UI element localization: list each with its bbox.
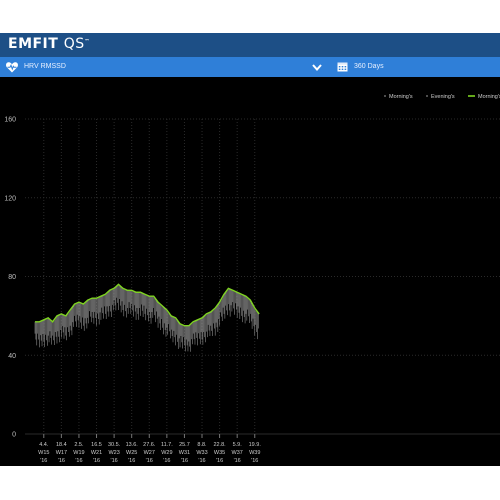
x-tick-label: '16 bbox=[163, 458, 170, 464]
x-tick-label: W15 bbox=[38, 450, 49, 456]
chart-area: 0 40 80 120 160 4.4. W15 '16 18.4 W17 '16 2.5. W19 '… bbox=[0, 77, 500, 466]
x-tick-label: 13.6. bbox=[126, 442, 139, 448]
range-label: 360 Days bbox=[354, 63, 384, 70]
x-tick-label: '16 bbox=[181, 458, 188, 464]
x-tick-label: '16 bbox=[128, 458, 135, 464]
x-tick-label: '16 bbox=[198, 458, 205, 464]
top-margin bbox=[0, 0, 500, 33]
x-tick-label: 4.4. bbox=[39, 442, 49, 448]
x-tick-label: 30.5. bbox=[108, 442, 121, 448]
logo[interactable]: EMFIT QS™ bbox=[8, 36, 90, 52]
x-tick-label: 25.7 bbox=[179, 442, 190, 448]
x-tick-label: 11.7. bbox=[161, 442, 173, 448]
y-tick-label: 40 bbox=[8, 353, 16, 360]
x-tick-label: W39 bbox=[249, 450, 260, 456]
x-tick-label: W19 bbox=[73, 450, 84, 456]
y-tick-label: 120 bbox=[4, 195, 16, 202]
x-tick-label: W29 bbox=[161, 450, 172, 456]
x-tick-label: 22.8. bbox=[213, 442, 226, 448]
x-tick-label: '16 bbox=[251, 458, 258, 464]
bottom-margin bbox=[0, 466, 500, 500]
x-tick-label: '16 bbox=[75, 458, 82, 464]
x-tick-label: W25 bbox=[126, 450, 137, 456]
legend-label: Morning's bbox=[478, 94, 500, 100]
metric-dropdown[interactable]: HRV RMSSD bbox=[0, 57, 330, 77]
x-tick-label: W27 bbox=[144, 450, 155, 456]
heart-pulse-icon bbox=[6, 62, 18, 73]
legend-label: Evening's bbox=[431, 94, 455, 100]
x-tick-label: '16 bbox=[93, 458, 100, 464]
legend-label: Morning's bbox=[389, 94, 413, 100]
app-header: EMFIT QS™ bbox=[0, 33, 500, 57]
x-tick-label: 19.9. bbox=[249, 442, 262, 448]
x-tick-label: 16.5 bbox=[91, 442, 102, 448]
x-tick-label: 5.9. bbox=[233, 442, 243, 448]
x-tick-label: '16 bbox=[40, 458, 47, 464]
calendar-icon bbox=[337, 62, 348, 72]
x-tick-label: 2.5. bbox=[74, 442, 84, 448]
logo-main: EMFIT bbox=[8, 36, 59, 52]
x-tick-label: 18.4 bbox=[56, 442, 67, 448]
logo-sub: QS bbox=[63, 36, 85, 52]
logo-trademark: ™ bbox=[84, 38, 91, 45]
x-tick-label: W17 bbox=[56, 450, 67, 456]
x-tick-label: W35 bbox=[214, 450, 225, 456]
range-dropdown[interactable]: 360 Days bbox=[334, 57, 500, 77]
x-tick-label: '16 bbox=[234, 458, 241, 464]
toolbar: HRV RMSSD 360 Days bbox=[0, 57, 500, 77]
x-tick-label: '16 bbox=[146, 458, 153, 464]
x-tick-label: W21 bbox=[91, 450, 102, 456]
x-tick-label: W33 bbox=[196, 450, 207, 456]
x-tick-label: '16 bbox=[111, 458, 118, 464]
y-tick-label: 80 bbox=[8, 274, 16, 281]
x-tick-label: W23 bbox=[108, 450, 119, 456]
chevron-down-icon[interactable] bbox=[311, 61, 323, 73]
y-tick-label: 160 bbox=[4, 117, 16, 124]
x-tick-label: 8.8. bbox=[197, 442, 207, 448]
metric-label: HRV RMSSD bbox=[24, 63, 66, 70]
x-tick-label: W31 bbox=[179, 450, 190, 456]
app-window: EMFIT QS™ HRV RMSSD 360 Days 0 40 80 120… bbox=[0, 0, 500, 500]
x-tick-label: '16 bbox=[58, 458, 65, 464]
x-tick-label: W37 bbox=[232, 450, 243, 456]
x-tick-label: 27.6. bbox=[143, 442, 156, 448]
x-tick-label: '16 bbox=[216, 458, 223, 464]
hrv-chart: 0 40 80 120 160 4.4. W15 '16 18.4 W17 '16 2.5. W19 '… bbox=[4, 94, 500, 464]
y-tick-label: 0 bbox=[12, 432, 16, 439]
